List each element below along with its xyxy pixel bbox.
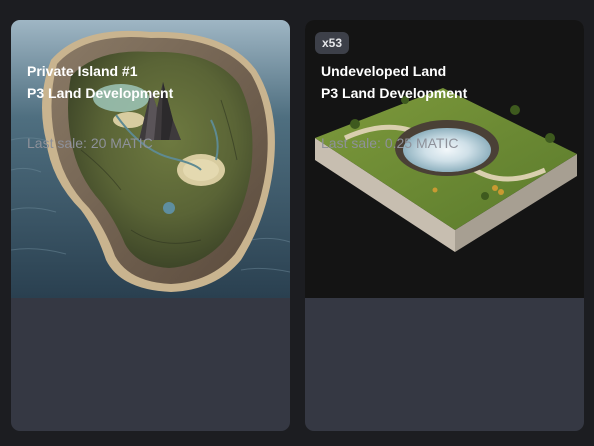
card-info (305, 298, 584, 431)
quantity-badge: x53 (315, 32, 350, 54)
collection-name: P3 Land Development (27, 85, 174, 101)
nft-grid: Private Island #1 P3 Land Development La… (0, 0, 594, 446)
last-sale: Last sale: 20 MATIC (27, 135, 153, 151)
nft-name: Undeveloped Land (321, 63, 447, 79)
nft-card-private-island[interactable]: Private Island #1 P3 Land Development La… (11, 20, 290, 431)
card-info (11, 298, 290, 431)
last-sale: Last sale: 0.25 MATIC (321, 135, 459, 151)
nft-name: Private Island #1 (27, 63, 138, 79)
nft-card-undeveloped-land[interactable]: x53 Undeveloped Land P3 Land Development… (305, 20, 584, 431)
collection-name: P3 Land Development (321, 85, 468, 101)
